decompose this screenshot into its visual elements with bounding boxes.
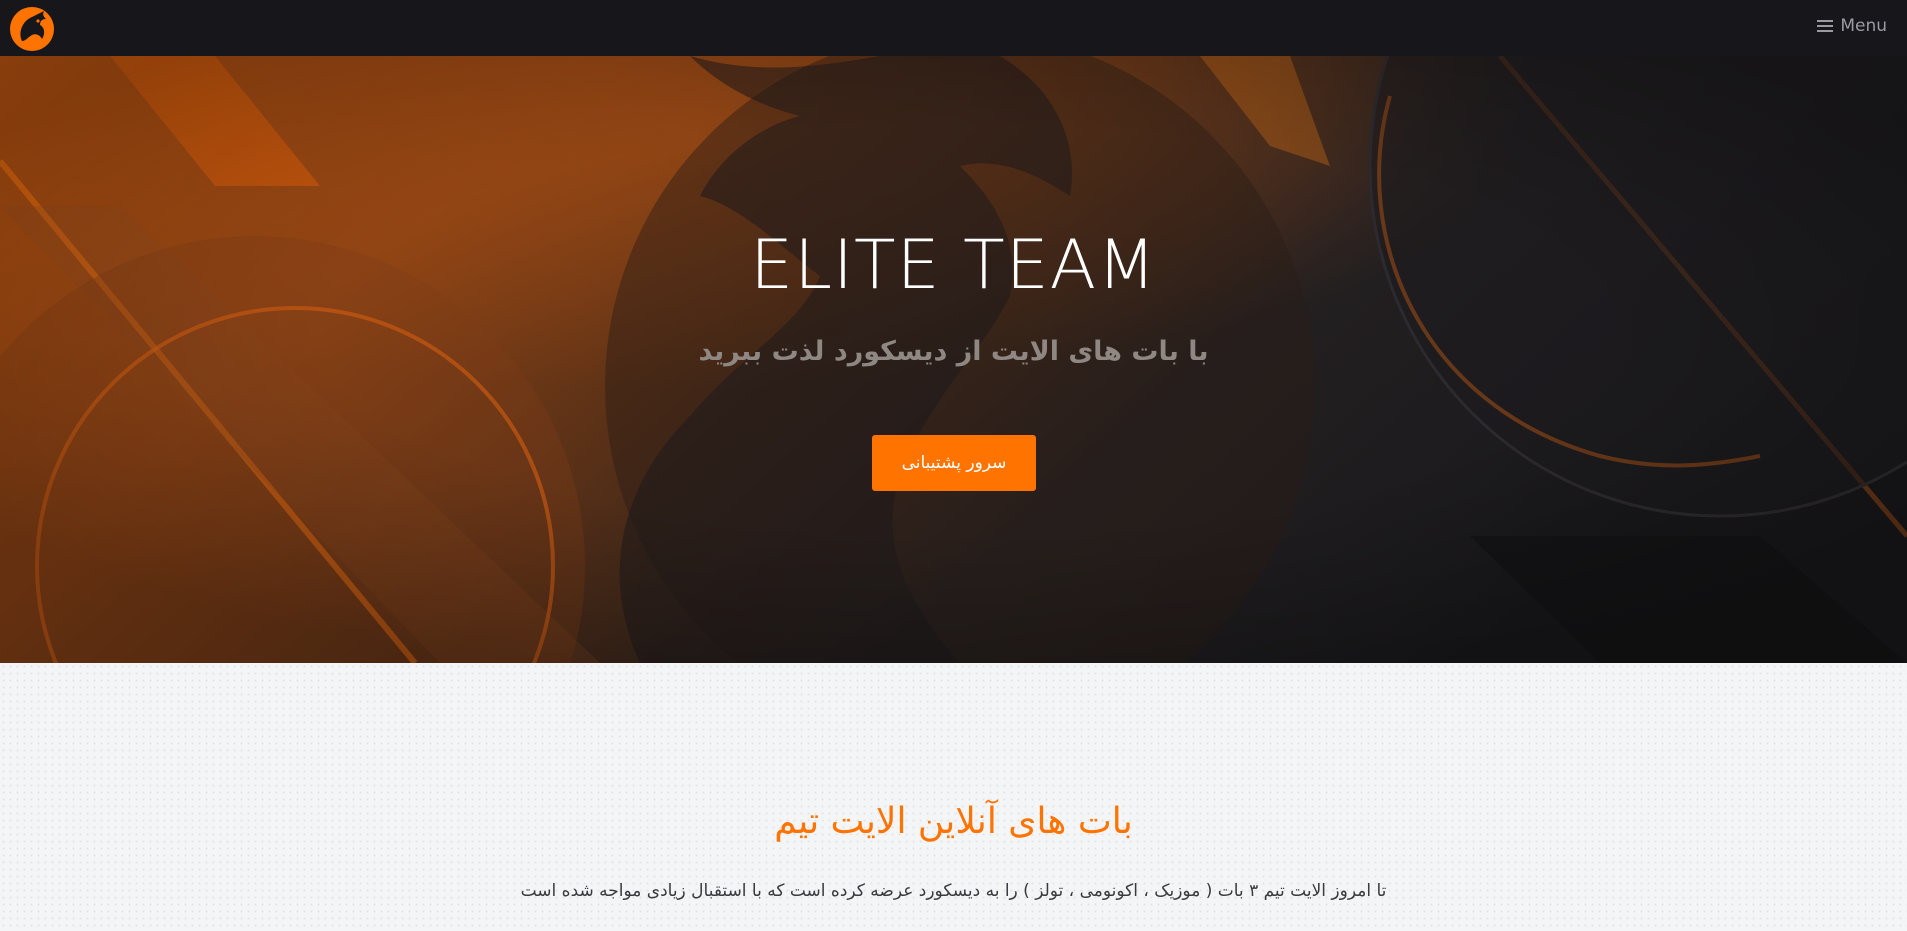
menu-button[interactable]: Menu — [1817, 16, 1887, 36]
top-navbar: Menu — [0, 0, 1907, 56]
online-bots-section: بات های آنلاین الایت تیم تا امروز الایت … — [0, 663, 1907, 931]
hero-title: ELITE TEAM — [750, 226, 1157, 305]
section-title: بات های آنلاین الایت تیم — [774, 801, 1133, 842]
support-server-button[interactable]: سرور پشتیبانی — [872, 435, 1036, 491]
dragon-logo-icon[interactable] — [8, 5, 56, 53]
hamburger-icon — [1817, 19, 1834, 33]
section-description: تا امروز الایت تیم ۳ بات ( موزیک ، اکونو… — [520, 881, 1387, 901]
menu-label: Menu — [1840, 16, 1887, 36]
hero-subtitle: با بات های الایت از دیسکورد لذت ببرید — [698, 336, 1209, 367]
hero-section: ELITE TEAM با بات های الایت از دیسکورد ل… — [0, 56, 1907, 663]
